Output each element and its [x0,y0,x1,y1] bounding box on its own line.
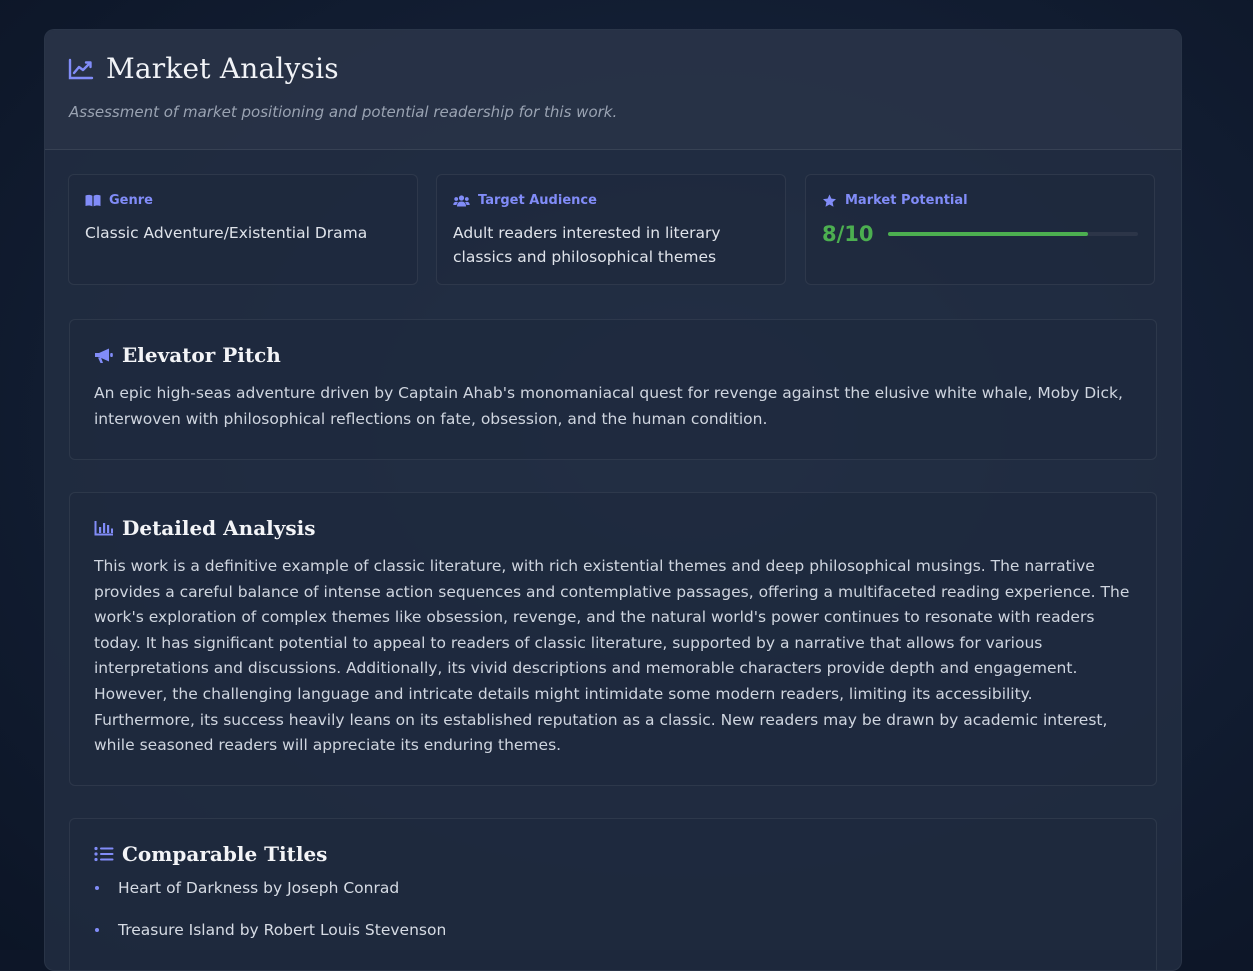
audience-label-row: Target Audience [453,193,769,208]
comparable-titles-title: Comparable Titles [122,842,328,866]
star-icon [823,194,836,207]
audience-value: Adult readers interested in literary cla… [453,224,721,266]
list-icon [94,846,114,862]
page-title: Market Analysis [106,52,339,85]
elevator-pitch-text: An epic high-seas adventure driven by Ca… [94,384,1123,428]
comparable-titles-list: Heart of Darkness by Joseph Conrad Treas… [94,876,1132,942]
audience-label: Target Audience [478,193,597,208]
elevator-pitch-title-row: Elevator Pitch [94,343,1132,367]
list-item: Heart of Darkness by Joseph Conrad [94,876,1132,900]
comparable-title-text: Treasure Island by Robert Louis Stevenso… [118,921,447,939]
potential-label: Market Potential [845,193,968,208]
detailed-analysis-section: Detailed Analysis This work is a definit… [69,492,1157,786]
genre-card: Genre Classic Adventure/Existential Dram… [68,174,418,285]
genre-value: Classic Adventure/Existential Drama [85,224,368,242]
list-item: Treasure Island by Robert Louis Stevenso… [94,918,1132,942]
megaphone-icon [95,348,113,363]
audience-card: Target Audience Adult readers interested… [436,174,786,285]
card-header: Market Analysis Assessment of market pos… [45,30,1181,150]
potential-card: Market Potential 8/10 [805,174,1155,285]
comparable-titles-section: Comparable Titles Heart of Darkness by J… [69,818,1157,970]
genre-label-row: Genre [85,193,401,208]
page-subtitle: Assessment of market positioning and pot… [69,103,618,121]
bar-chart-icon [94,521,113,536]
potential-label-row: Market Potential [822,193,1138,208]
market-analysis-card: Market Analysis Assessment of market pos… [44,29,1182,971]
book-open-icon [85,194,101,207]
bullet-dot [95,928,99,932]
chart-line-icon [68,58,94,79]
detailed-analysis-title: Detailed Analysis [122,516,316,540]
comparable-title-text: Heart of Darkness by Joseph Conrad [118,879,400,897]
score-row: 8/10 [822,222,1138,246]
users-icon [453,194,470,206]
elevator-pitch-title: Elevator Pitch [122,343,281,367]
title-row: Market Analysis [68,52,339,85]
score-progress-track [887,232,1138,236]
elevator-pitch-section: Elevator Pitch An epic high-seas adventu… [69,319,1157,460]
market-score: 8/10 [822,222,874,246]
bullet-dot [95,886,99,890]
genre-label: Genre [109,193,153,208]
score-progress-fill [887,232,1088,236]
detailed-analysis-title-row: Detailed Analysis [94,516,1132,540]
comparable-titles-title-row: Comparable Titles [94,842,1132,866]
detailed-analysis-text: This work is a definitive example of cla… [94,557,1130,755]
